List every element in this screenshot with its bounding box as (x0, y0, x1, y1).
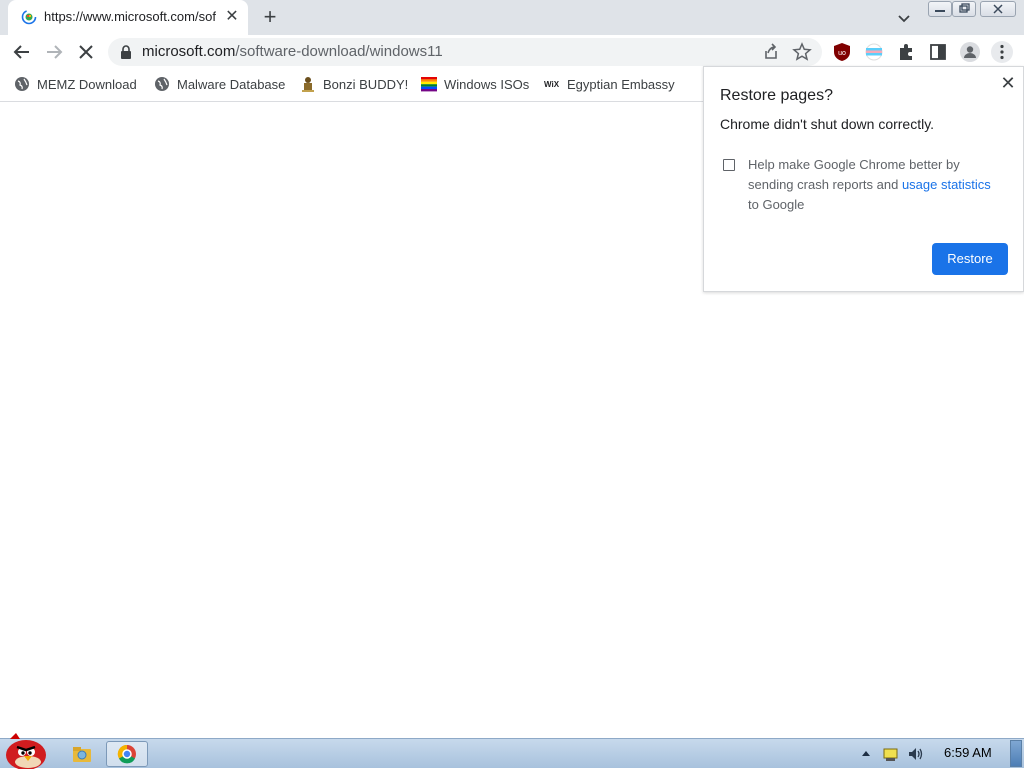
taskbar: 6:59 AM (0, 733, 1024, 769)
new-tab-button[interactable]: + (258, 5, 282, 29)
minimize-button[interactable] (928, 1, 952, 17)
restore-button[interactable]: Restore (932, 243, 1008, 275)
bookmark-label: Windows ISOs (444, 77, 530, 92)
bookmark-label: MEMZ Download (37, 77, 137, 92)
bonzi-icon (302, 77, 314, 92)
dialog-title: Restore pages? (720, 87, 833, 104)
minimize-icon (935, 10, 945, 12)
restore-down-icon (959, 3, 970, 13)
action-center-flag-icon[interactable] (882, 745, 900, 763)
active-tab[interactable]: https://www.microsoft.com/software-downl… (8, 0, 248, 35)
url-path: /software-download/windows11 (235, 43, 443, 60)
dialog-message: Chrome didn't shut down correctly. (720, 116, 935, 132)
share-icon[interactable] (760, 41, 782, 63)
loading-globe-icon (21, 9, 37, 25)
help-suffix: to Google (748, 197, 805, 212)
start-button-angry-bird-icon[interactable] (2, 731, 50, 769)
profile-avatar-icon[interactable] (959, 41, 981, 63)
close-icon (993, 4, 1003, 14)
dialog-close-icon[interactable]: ✕ (998, 73, 1018, 93)
svg-text:uo: uo (838, 50, 846, 57)
address-bar[interactable]: microsoft.com/software-download/windows1… (108, 38, 822, 66)
lock-icon (121, 45, 131, 59)
restore-down-button[interactable] (952, 1, 976, 17)
forward-arrow-icon[interactable] (43, 41, 65, 63)
star-icon[interactable] (791, 41, 813, 63)
restore-pages-dialog: Restore pages? ✕ Chrome didn't shut down… (703, 66, 1024, 292)
globe-icon (155, 77, 169, 91)
wix-icon: WiX (544, 80, 560, 89)
taskbar-explorer-button[interactable] (68, 741, 96, 767)
crash-report-checkbox[interactable] (723, 159, 735, 171)
show-desktop-button[interactable] (1010, 740, 1022, 767)
tab-title: https://www.microsoft.com/software-downl… (44, 9, 216, 24)
stop-loading-icon[interactable] (75, 41, 97, 63)
tab-close-icon[interactable]: ✕ (223, 8, 241, 26)
extension-flag-icon[interactable] (863, 41, 885, 63)
chrome-icon (117, 744, 136, 764)
more-menu-icon[interactable] (991, 41, 1013, 63)
toolbar: microsoft.com/software-download/windows1… (0, 35, 1024, 69)
tray-expand-icon[interactable] (860, 745, 872, 763)
ublock-icon[interactable]: uo (831, 41, 853, 63)
chrome-window: https://www.microsoft.com/software-downl… (0, 0, 1024, 738)
taskbar-chrome-button[interactable] (106, 741, 148, 767)
tab-strip: https://www.microsoft.com/software-downl… (0, 0, 1024, 35)
folder-icon (73, 747, 91, 762)
url-host: microsoft.com (142, 43, 236, 60)
bookmark-label: Bonzi BUDDY! (323, 77, 409, 92)
usage-statistics-link[interactable]: usage statistics (902, 177, 991, 192)
side-panel-icon[interactable] (927, 41, 949, 63)
bookmark-label: Malware Database (177, 77, 286, 92)
bookmark-label: Egyptian Embassy (567, 77, 675, 92)
globe-icon (15, 77, 29, 91)
svg-text:WiX: WiX (544, 80, 560, 89)
volume-icon[interactable] (906, 745, 924, 763)
crash-report-label: Help make Google Chrome better by sendin… (748, 155, 1003, 215)
taskbar-clock[interactable]: 6:59 AM (944, 745, 992, 760)
window-close-button[interactable] (980, 1, 1016, 17)
url-text: microsoft.com/software-download/windows1… (142, 43, 443, 60)
chevron-down-icon[interactable] (894, 8, 914, 28)
back-arrow-icon[interactable] (11, 41, 33, 63)
rainbow-flag-icon (421, 77, 437, 92)
puzzle-extensions-icon[interactable] (895, 41, 917, 63)
